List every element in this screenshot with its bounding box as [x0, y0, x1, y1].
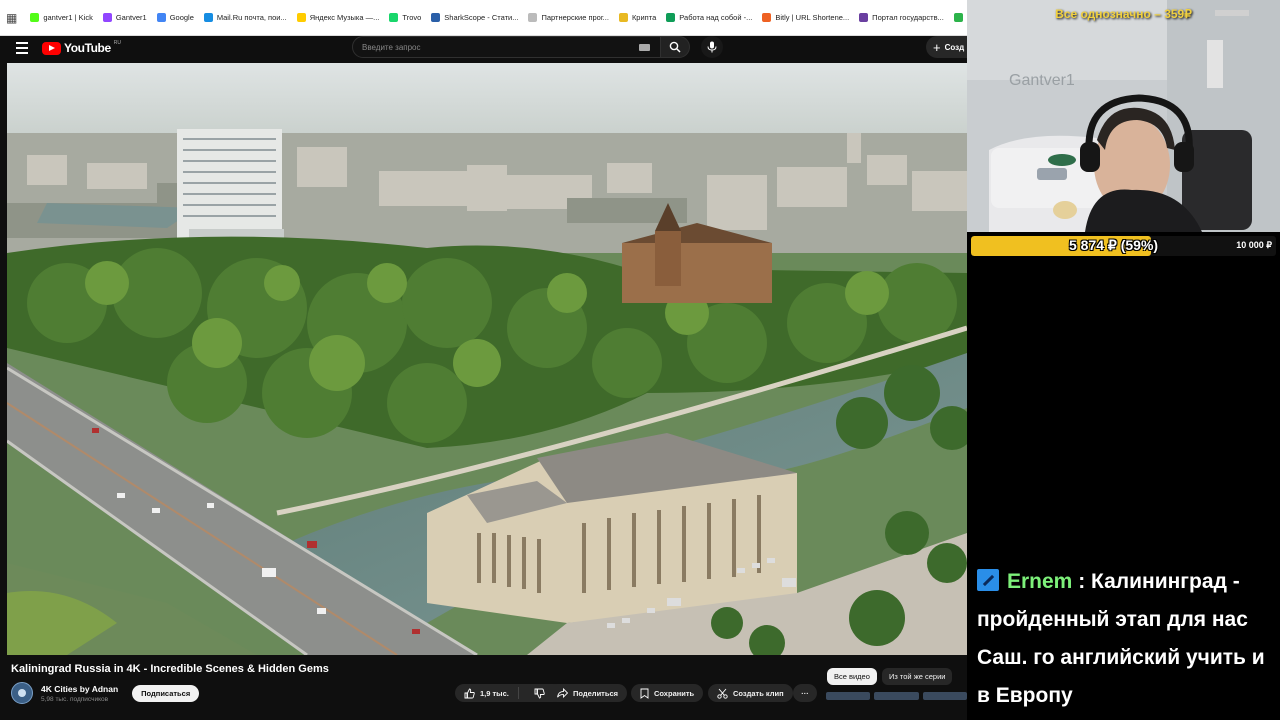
chip-all-videos[interactable]: Все видео	[827, 668, 877, 685]
bookmark-label: Mail.Ru почта, пои...	[216, 13, 287, 22]
bookmark-favicon-icon	[953, 13, 963, 22]
webcam-scene	[967, 0, 1280, 232]
channel-text: 4K Cities by Adnan 5,98 тыс. подписчиков	[41, 684, 118, 703]
thumbs-down-icon	[534, 688, 545, 698]
bookmark-item[interactable]: Bitly | URL Shortene...	[757, 7, 854, 29]
chat-username: Ernem	[1007, 570, 1073, 593]
bookmark-favicon-icon	[762, 13, 772, 22]
bookmark-item[interactable]: Gantver1	[98, 7, 152, 29]
video-frame	[7, 63, 967, 655]
video-title: Kaliningrad Russia in 4K - Incredible Sc…	[11, 663, 329, 675]
bookmark-favicon-icon	[859, 13, 869, 22]
top-donation-goal: Все однозначно – 359₽	[1055, 7, 1192, 21]
create-button[interactable]: + Созд	[926, 36, 967, 58]
bookmark-icon	[640, 688, 649, 699]
more-icon: ···	[801, 688, 809, 698]
like-count: 1,9 тыс.	[480, 688, 509, 698]
bookmark-favicon-icon	[156, 13, 166, 22]
like-button[interactable]: 1,9 тыс.	[455, 687, 519, 699]
stream-overlay: Gantver1 Все однозначно – 359₽ 5 874 ₽ (…	[967, 0, 1280, 720]
channel-name[interactable]: 4K Cities by Adnan	[41, 684, 118, 694]
bookmark-item[interactable]: Партнерские прог...	[523, 7, 613, 29]
bookmark-favicon-icon	[102, 13, 112, 22]
bookmark-label: Работа над собой -...	[679, 13, 753, 22]
bookmark-favicon-icon	[528, 13, 538, 22]
youtube-header: YouTube RU Введите запрос + Созд	[0, 36, 967, 62]
save-label: Сохранить	[654, 688, 695, 698]
clip-label: Создать клип	[733, 688, 784, 698]
browser-window: ▦ gantver1 | Kick Gantver1 Google Mail.Ru п…	[0, 0, 967, 720]
chat-message: Ernem : Калининград - пройденный этап дл…	[977, 563, 1273, 715]
subscribe-button[interactable]: Подписаться	[132, 684, 200, 702]
bookmark-label: Bitly | URL Shortene...	[775, 13, 850, 22]
microphone-icon	[707, 41, 717, 53]
apps-grid-icon[interactable]: ▦	[6, 9, 17, 27]
recommendation-thumbnails[interactable]	[826, 692, 967, 700]
thumbs-up-icon	[464, 688, 475, 698]
youtube-wordmark: YouTube	[64, 41, 111, 55]
search-input[interactable]: Введите запрос	[352, 36, 661, 58]
more-actions-button[interactable]: ···	[793, 684, 817, 702]
bookmark-label: Портал государств...	[872, 13, 944, 22]
bookmark-item[interactable]: SharkScope - Стати...	[426, 7, 523, 29]
share-label: Поделиться	[573, 688, 619, 698]
bookmark-item[interactable]: Mail.Ru почта, пои...	[199, 7, 292, 29]
bookmark-label: Партнерские прог...	[541, 13, 609, 22]
bookmarks-bar: ▦ gantver1 | Kick Gantver1 Google Mail.Ru п…	[0, 0, 967, 36]
bookmark-item[interactable]: gantver1 | Kick	[25, 7, 97, 29]
bookmark-item[interactable]: Яндекс Музыка —...	[292, 7, 385, 29]
webcam-feed: Gantver1 Все однозначно – 359₽	[967, 0, 1280, 232]
chat-separator: :	[1072, 570, 1092, 593]
country-code: RU	[113, 40, 121, 46]
bookmark-favicon-icon	[618, 13, 628, 22]
share-icon	[557, 688, 568, 698]
bookmark-favicon-icon	[431, 13, 441, 22]
bookmark-item[interactable]: Крипта	[614, 7, 661, 29]
bookmark-favicon-icon	[389, 13, 399, 22]
wall-sign: Gantver1	[1009, 72, 1075, 89]
bookmark-favicon-icon	[30, 13, 40, 22]
bookmark-item[interactable]: Портал государств...	[854, 7, 949, 29]
bookmark-item[interactable]: Trovo	[384, 7, 426, 29]
bookmark-label: Google	[169, 13, 194, 22]
scissors-icon	[717, 688, 728, 699]
bookmark-list: gantver1 | Kick Gantver1 Google Mail.Ru поч…	[25, 7, 967, 29]
bookmark-favicon-icon	[296, 13, 306, 22]
bookmark-label: Trovo	[402, 13, 422, 22]
hammer-badge-icon	[977, 569, 999, 591]
bookmark-item[interactable]: Google	[152, 7, 199, 29]
bookmark-favicon-icon	[203, 13, 213, 22]
bookmark-label: gantver1 | Kick	[43, 13, 93, 22]
bookmark-label: Яндекс Музыка —...	[309, 13, 380, 22]
subscriber-count: 5,98 тыс. подписчиков	[41, 695, 109, 703]
bookmark-label: Крипта	[631, 13, 657, 22]
search-placeholder: Введите запрос	[362, 42, 421, 52]
bookmark-item[interactable]: The Best Free Live S...	[949, 7, 967, 29]
share-button[interactable]: Поделиться	[548, 684, 628, 702]
donation-goal-bar: 5 874 ₽ (59%) 10 000 ₽	[971, 236, 1276, 256]
bookmark-label: SharkScope - Стати...	[444, 13, 519, 22]
channel-avatar[interactable]	[11, 682, 33, 704]
chip-same-series[interactable]: Из той же серии	[882, 668, 953, 685]
menu-icon[interactable]	[16, 42, 28, 54]
voice-search-button[interactable]	[701, 36, 723, 58]
create-label: Созд	[944, 42, 965, 52]
plus-icon: +	[933, 39, 941, 55]
youtube-play-icon	[42, 41, 61, 55]
save-button[interactable]: Сохранить	[631, 684, 704, 702]
goal-current: 5 874 ₽ (59%)	[1069, 237, 1159, 253]
keyboard-icon[interactable]	[639, 44, 650, 51]
screen: ▦ gantver1 | Kick Gantver1 Google Mail.Ru п…	[0, 0, 1280, 720]
goal-target: 10 000 ₽	[1236, 240, 1272, 250]
bookmark-favicon-icon	[666, 13, 676, 22]
search-button[interactable]	[660, 36, 690, 58]
video-player[interactable]	[7, 63, 967, 655]
bookmark-item[interactable]: Работа над собой -...	[661, 7, 757, 29]
clip-button[interactable]: Создать клип	[708, 684, 793, 702]
channel-info: 4K Cities by Adnan 5,98 тыс. подписчиков…	[11, 682, 200, 704]
bookmark-label: Gantver1	[115, 13, 147, 22]
search-icon	[669, 41, 681, 53]
youtube-logo[interactable]: YouTube RU	[42, 40, 121, 55]
